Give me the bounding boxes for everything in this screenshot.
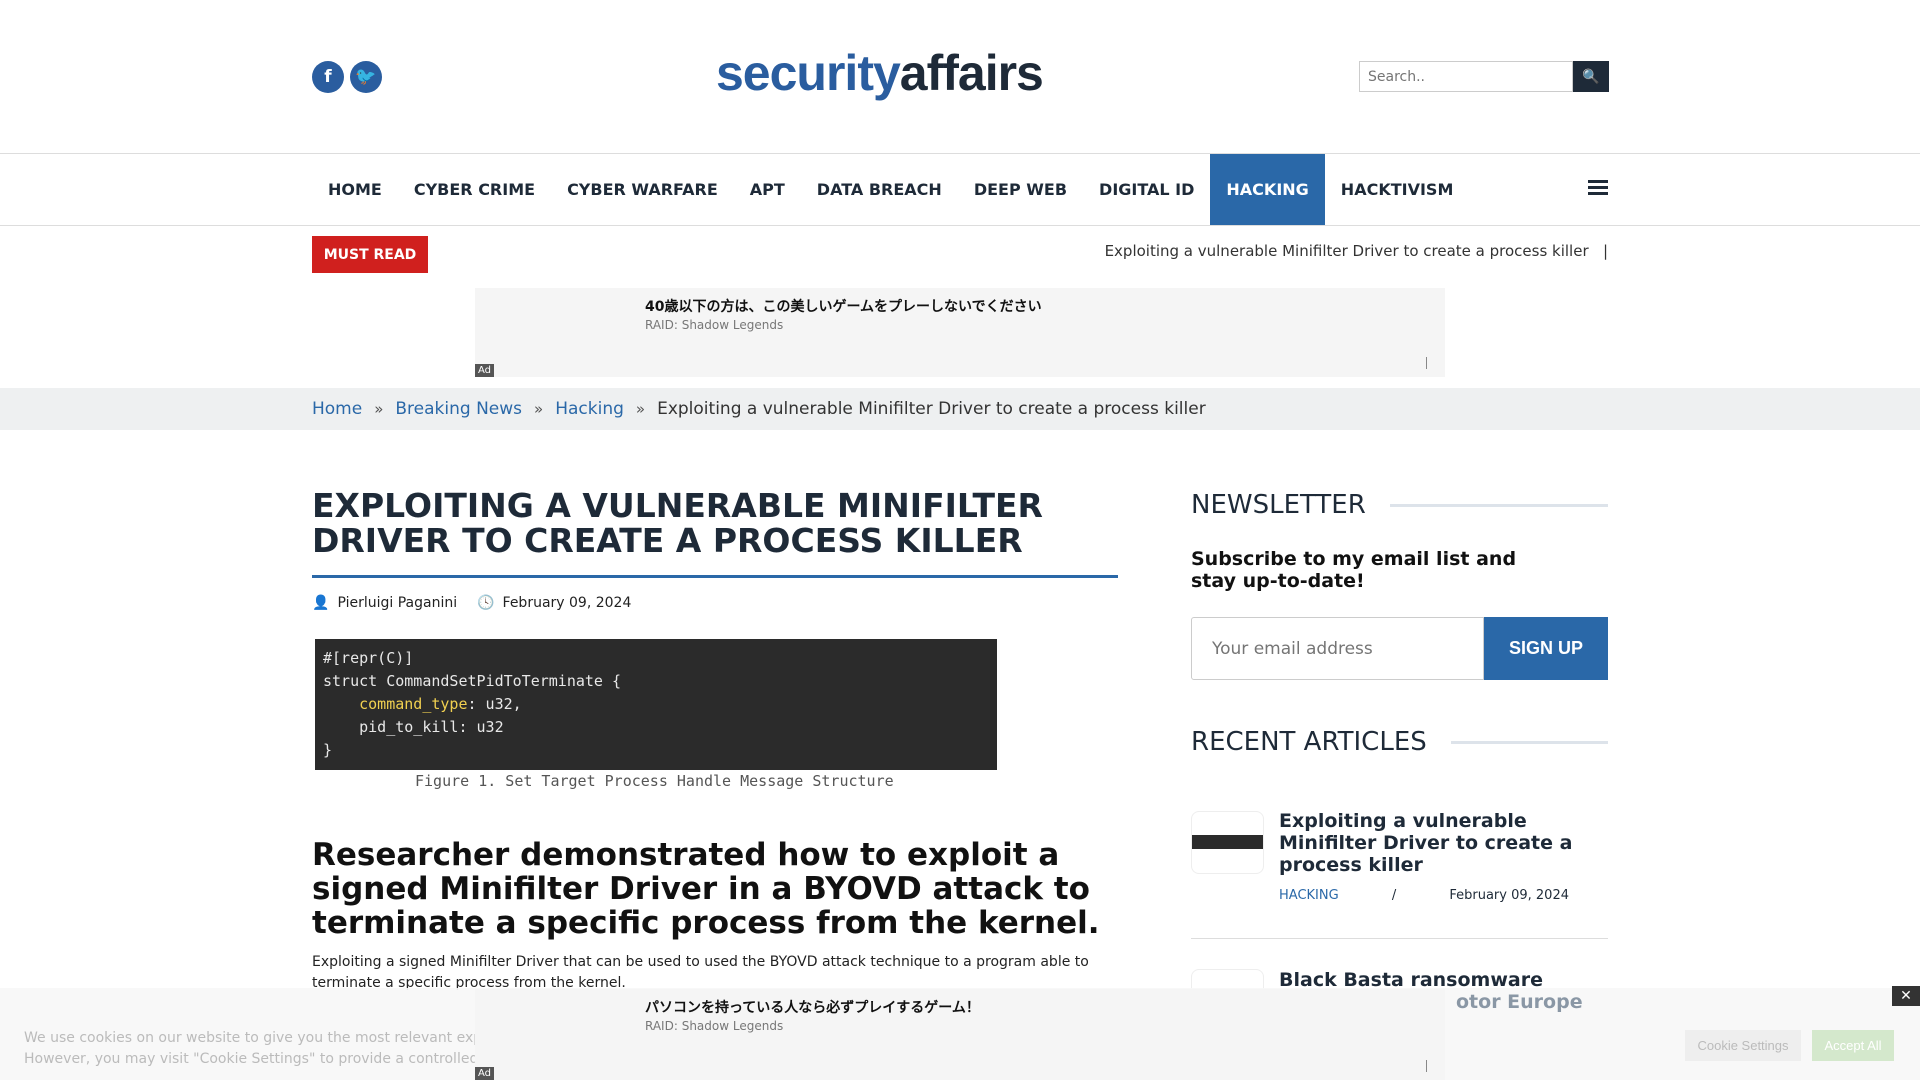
nav-item-deep-web[interactable]: DEEP WEB bbox=[958, 154, 1083, 225]
newsletter-heading-text: NEWSLETTER bbox=[1191, 490, 1366, 520]
code-line: pid_to_kill: u32 bbox=[359, 718, 504, 736]
logo[interactable]: securityaffairs bbox=[716, 45, 1044, 101]
main-nav: HOME CYBER CRIME CYBER WARFARE APT DATA BREA… bbox=[0, 153, 1920, 226]
breadcrumb-sep: » bbox=[534, 400, 544, 418]
ad-divider bbox=[1426, 1060, 1427, 1072]
recent-articles-heading: RECENT ARTICLES bbox=[1191, 727, 1608, 757]
category-link[interactable]: HACKING bbox=[1279, 888, 1339, 903]
code-line: command_type bbox=[359, 695, 468, 713]
title-underline bbox=[312, 575, 1118, 578]
nav-item-cyber-warfare[interactable]: CYBER WARFARE bbox=[551, 154, 734, 225]
breadcrumb-home[interactable]: Home bbox=[312, 399, 362, 419]
newsletter-heading: NEWSLETTER bbox=[1191, 490, 1608, 520]
search-input[interactable] bbox=[1359, 61, 1573, 92]
nav-item-hacking[interactable]: HACKING bbox=[1210, 154, 1325, 225]
ad-tag: Ad bbox=[475, 1067, 495, 1080]
newsletter-text: Subscribe to my email list and stay up-t… bbox=[1191, 548, 1517, 592]
twitter-icon[interactable]: 🐦 bbox=[350, 61, 382, 93]
clock-icon: 🕓 bbox=[477, 595, 495, 611]
user-icon: 👤 bbox=[312, 595, 330, 611]
ad-tag: Ad bbox=[475, 364, 495, 377]
article-meta: 👤 Pierluigi Paganini 🕓 February 09, 2024 bbox=[312, 595, 631, 611]
date: February 09, 2024 bbox=[502, 595, 632, 611]
ticker-headline[interactable]: Exploiting a vulnerable Minifilter Drive… bbox=[1105, 242, 1589, 260]
menu-icon[interactable] bbox=[1588, 180, 1608, 198]
nav-item-apt[interactable]: APT bbox=[734, 154, 801, 225]
article-title: EXPLOITING A VULNERABLE MINIFILTER DRIVE… bbox=[312, 486, 1043, 560]
must-read-badge: MUST READ bbox=[312, 236, 428, 273]
breadcrumb-hacking[interactable]: Hacking bbox=[555, 399, 624, 419]
nav-item-home[interactable]: HOME bbox=[312, 154, 398, 225]
meta-sep: / bbox=[1391, 888, 1397, 903]
logo-part1: security bbox=[716, 45, 901, 101]
article-subtitle: Researcher demonstrated how to exploit a… bbox=[312, 837, 1100, 941]
article-thumbnail[interactable] bbox=[1191, 811, 1264, 874]
email-field[interactable] bbox=[1191, 617, 1484, 680]
code-figure: #[repr(C)] struct CommandSetPidToTermina… bbox=[315, 639, 997, 770]
nav-item-data-breach[interactable]: DATA BREACH bbox=[801, 154, 958, 225]
signup-button[interactable]: SIGN UP bbox=[1484, 617, 1608, 680]
nav-item-cyber-crime[interactable]: CYBER CRIME bbox=[398, 154, 551, 225]
nav-item-hacktivism[interactable]: HACKTIVISM bbox=[1325, 154, 1470, 225]
divider bbox=[1191, 938, 1608, 939]
ad-divider bbox=[1426, 357, 1427, 369]
nav-item-digital-id[interactable]: DIGITAL ID bbox=[1083, 154, 1210, 225]
recent-article-title-line2[interactable]: otor Europe bbox=[1456, 991, 1583, 1013]
recent-heading-text: RECENT ARTICLES bbox=[1191, 727, 1427, 757]
figure-caption: Figure 1. Set Target Process Handle Mess… bbox=[415, 772, 894, 790]
recent-article-meta: HACKING / February 09, 2024 bbox=[1279, 888, 1569, 903]
search-icon: 🔍 bbox=[1582, 68, 1600, 84]
search-button[interactable]: 🔍 bbox=[1573, 61, 1609, 92]
code-line: } bbox=[323, 741, 333, 759]
breadcrumb: Home » Breaking News » Hacking » Exploiting… bbox=[0, 388, 1920, 430]
code-line: struct CommandSetPidToTerminate { bbox=[323, 672, 622, 690]
author[interactable]: Pierluigi Paganini bbox=[337, 595, 457, 611]
cookie-settings-button[interactable]: Cookie Settings bbox=[1685, 1030, 1801, 1061]
ad-sponsor: RAID: Shadow Legends bbox=[645, 318, 784, 332]
breadcrumb-breaking-news[interactable]: Breaking News bbox=[395, 399, 522, 419]
ticker[interactable]: Exploiting a vulnerable Minifilter Drive… bbox=[1105, 242, 1608, 260]
facebook-icon[interactable]: f bbox=[312, 61, 344, 93]
ad-banner-top[interactable]: 40歳以下の方は、この美しいゲームをプレーしないでください RAID: Shad… bbox=[475, 288, 1445, 377]
search-form: 🔍 bbox=[1359, 61, 1609, 92]
recent-date: February 09, 2024 bbox=[1449, 888, 1569, 903]
breadcrumb-sep: » bbox=[635, 400, 646, 418]
breadcrumb-current: Exploiting a vulnerable Minifilter Drive… bbox=[657, 399, 1206, 419]
cookie-text: We use cookies on our website to give yo… bbox=[24, 1030, 491, 1046]
recent-article-title[interactable]: Exploiting a vulnerable Minifilter Drive… bbox=[1279, 810, 1579, 876]
code-line: : u32, bbox=[467, 695, 522, 713]
ad-banner-bottom[interactable]: パソコンを持っている人なら必ずプレイするゲーム！ RAID: Shadow Le… bbox=[475, 989, 1445, 1080]
ad-title[interactable]: パソコンを持っている人なら必ずプレイするゲーム！ bbox=[645, 997, 980, 1017]
code-line: #[repr(C)] bbox=[323, 649, 414, 667]
ticker-sep: | bbox=[1602, 242, 1608, 260]
close-icon[interactable]: ✕ bbox=[1892, 986, 1920, 1006]
breadcrumb-sep: » bbox=[374, 400, 384, 418]
cookie-text: However, you may visit "Cookie Settings"… bbox=[24, 1051, 500, 1067]
ad-title[interactable]: 40歳以下の方は、この美しいゲームをプレーしないでください bbox=[645, 296, 1042, 316]
ad-sponsor: RAID: Shadow Legends bbox=[645, 1019, 784, 1033]
accept-all-button[interactable]: Accept All bbox=[1812, 1030, 1894, 1061]
logo-part2: affairs bbox=[899, 45, 1044, 101]
